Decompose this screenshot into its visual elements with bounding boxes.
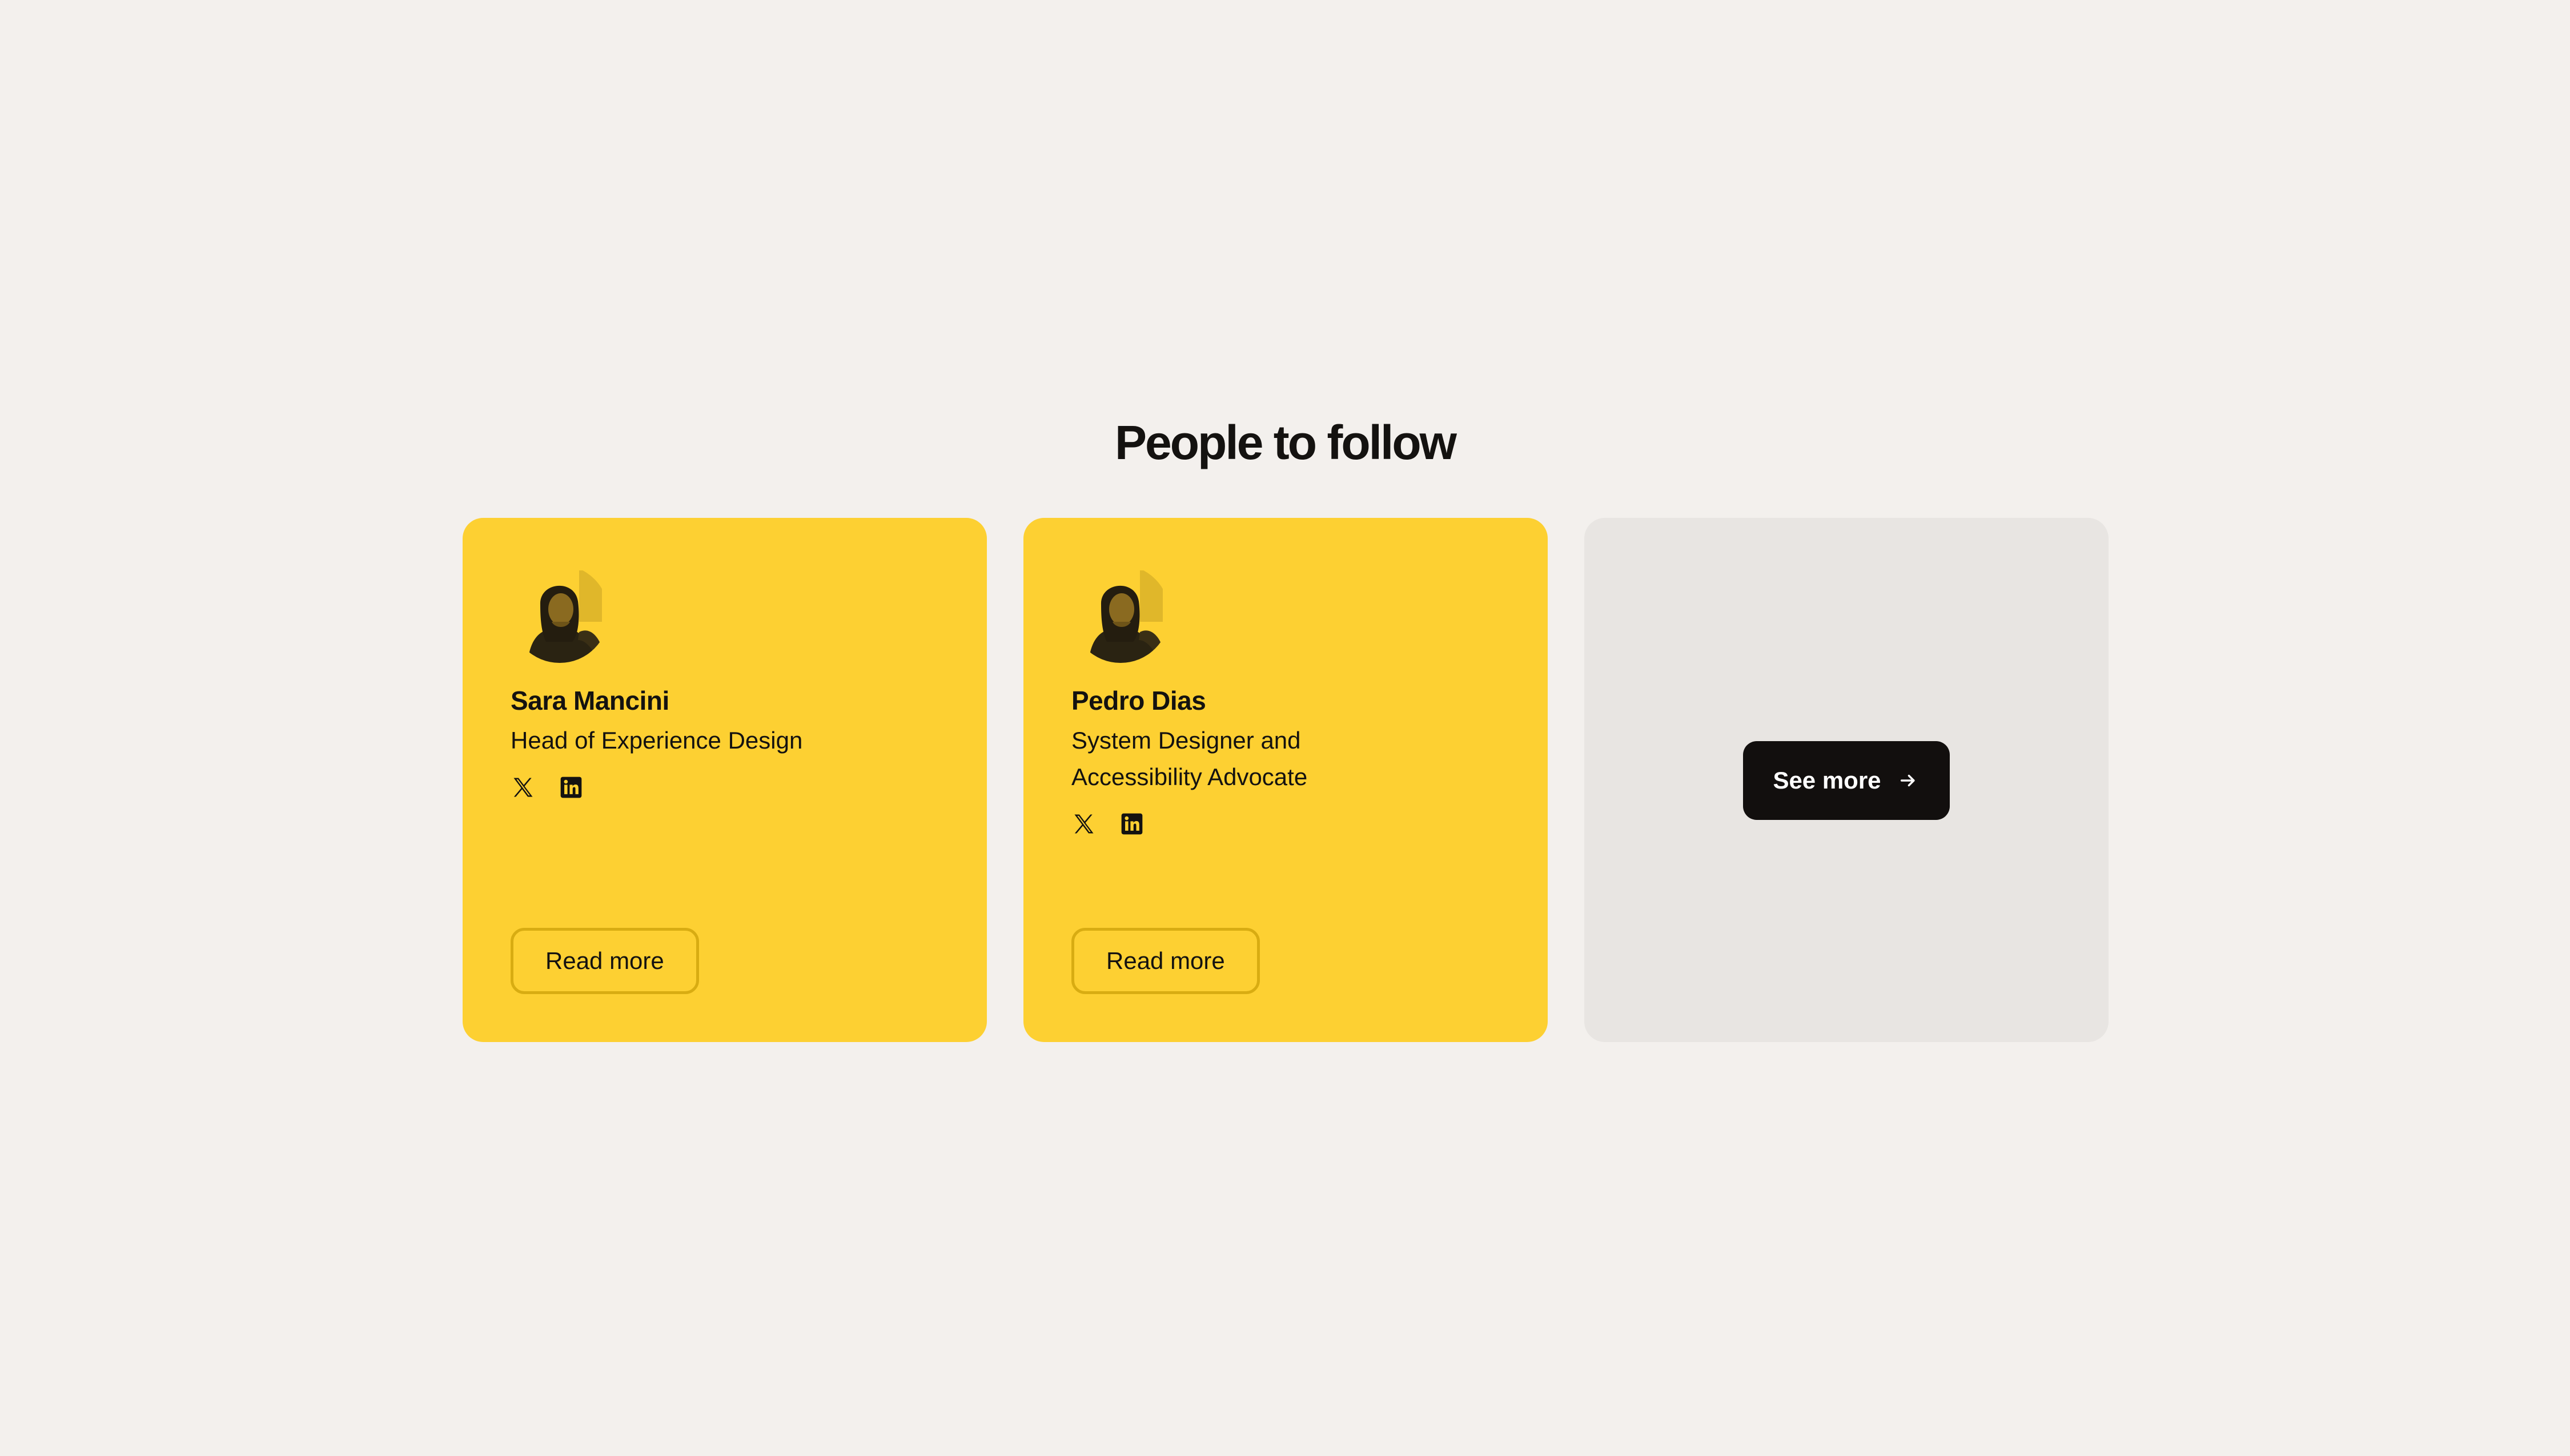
x-icon[interactable] [511, 775, 536, 800]
person-role: Head of Experience Design [511, 727, 803, 754]
see-more-button[interactable]: See more [1743, 741, 1950, 820]
section-title: People to follow [1115, 416, 1457, 469]
person-name: Sara Mancini [511, 686, 669, 715]
read-more-button[interactable]: Read more [511, 928, 699, 994]
linkedin-icon[interactable] [559, 775, 584, 800]
avatar [511, 565, 609, 663]
see-more-card: See more [1584, 518, 2109, 1042]
person-card: Pedro Dias System Designer and Accessibi… [1023, 518, 1548, 1042]
social-links [1071, 811, 1500, 836]
see-more-label: See more [1773, 767, 1881, 794]
person-card: Sara Mancini Head of Experience Design R… [463, 518, 987, 1042]
social-links [511, 775, 939, 800]
read-more-button[interactable]: Read more [1071, 928, 1260, 994]
person-name: Pedro Dias [1071, 686, 1206, 715]
person-role: System Designer and Accessibility Advoca… [1071, 727, 1308, 790]
arrow-right-icon [1900, 774, 1915, 787]
x-icon[interactable] [1071, 811, 1097, 836]
people-card-list: Sara Mancini Head of Experience Design R… [463, 518, 2109, 1042]
avatar [1071, 565, 1170, 663]
linkedin-icon[interactable] [1119, 811, 1145, 836]
